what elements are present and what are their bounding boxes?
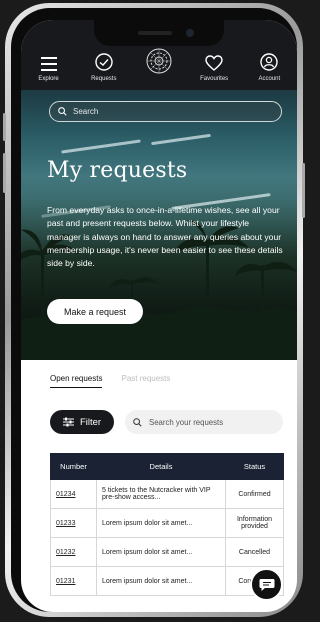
speaker: [138, 31, 172, 35]
column-header-status: Status: [225, 453, 284, 480]
heart-icon: [205, 55, 223, 71]
table-header-row: Number Details Status: [50, 453, 284, 480]
notch: [94, 20, 224, 46]
nav-label-favourites: Favourites: [200, 76, 229, 82]
wave-decoration: [61, 139, 141, 154]
chat-bubble-icon: [259, 578, 274, 591]
screen: Explore Requests Favourites Account Sear…: [21, 20, 297, 612]
column-header-number: Number: [50, 453, 97, 480]
camera: [186, 29, 194, 37]
page-title: My requests: [47, 158, 188, 183]
filter-button[interactable]: Filter: [50, 410, 114, 434]
nav-explore[interactable]: Explore: [24, 57, 74, 82]
side-button: [302, 163, 305, 218]
request-number[interactable]: 01234: [50, 479, 97, 509]
table-row[interactable]: 01232 Lorem ipsum dolor sit amet... Canc…: [50, 537, 284, 567]
table-row[interactable]: 01234 5 tickets to the Nutcracker with V…: [50, 479, 284, 509]
nav-home-logo[interactable]: [134, 48, 184, 82]
request-search-placeholder: Search your requests: [149, 417, 224, 427]
hero-description: From everyday asks to once-in-a-lifetime…: [47, 205, 283, 269]
request-details: Lorem ipsum dolor sit amet...: [96, 508, 226, 538]
request-status: Confirmed: [225, 479, 284, 509]
request-details: Lorem ipsum dolor sit amet...: [96, 537, 226, 567]
logo-emblem-icon: [146, 48, 172, 74]
request-status: Cancelled: [225, 537, 284, 567]
request-details: Lorem ipsum dolor sit amet...: [96, 566, 226, 596]
menu-icon: [40, 57, 57, 71]
sliders-icon: [62, 417, 74, 427]
request-tabs: Open requests Past requests: [50, 374, 170, 388]
tab-open-requests[interactable]: Open requests: [50, 374, 103, 388]
search-placeholder: Search: [73, 107, 99, 116]
request-search-input[interactable]: Search your requests: [125, 410, 283, 434]
nav-requests[interactable]: Requests: [79, 53, 129, 82]
request-number[interactable]: 01233: [50, 508, 97, 538]
request-details: 5 tickets to the Nutcracker with VIP pre…: [96, 479, 226, 509]
nav-label-requests: Requests: [91, 76, 117, 82]
search-icon: [133, 417, 142, 427]
side-button: [3, 153, 6, 193]
filter-label: Filter: [79, 416, 102, 428]
user-circle-icon: [260, 53, 279, 71]
table-row[interactable]: 01231 Lorem ipsum dolor sit amet... Conf…: [50, 566, 284, 596]
side-button: [3, 113, 6, 141]
column-header-details: Details: [96, 453, 226, 480]
nav-account[interactable]: Account: [244, 53, 294, 82]
nav-favourites[interactable]: Favourites: [189, 55, 239, 82]
request-status: Information provided: [225, 508, 284, 538]
search-bar[interactable]: Search: [49, 101, 282, 122]
make-request-button[interactable]: Make a request: [47, 299, 143, 324]
chat-button[interactable]: [250, 568, 283, 601]
nav-label-explore: Explore: [38, 76, 59, 82]
check-circle-icon: [95, 53, 113, 71]
requests-table: Number Details Status 01234 5 tickets to…: [50, 453, 284, 596]
table-row[interactable]: 01233 Lorem ipsum dolor sit amet... Info…: [50, 508, 284, 538]
tab-past-requests[interactable]: Past requests: [121, 374, 170, 388]
search-icon: [58, 107, 67, 116]
nav-label-account: Account: [258, 76, 281, 82]
wave-decoration: [151, 133, 211, 146]
request-number[interactable]: 01232: [50, 537, 97, 567]
request-number[interactable]: 01231: [50, 566, 97, 596]
